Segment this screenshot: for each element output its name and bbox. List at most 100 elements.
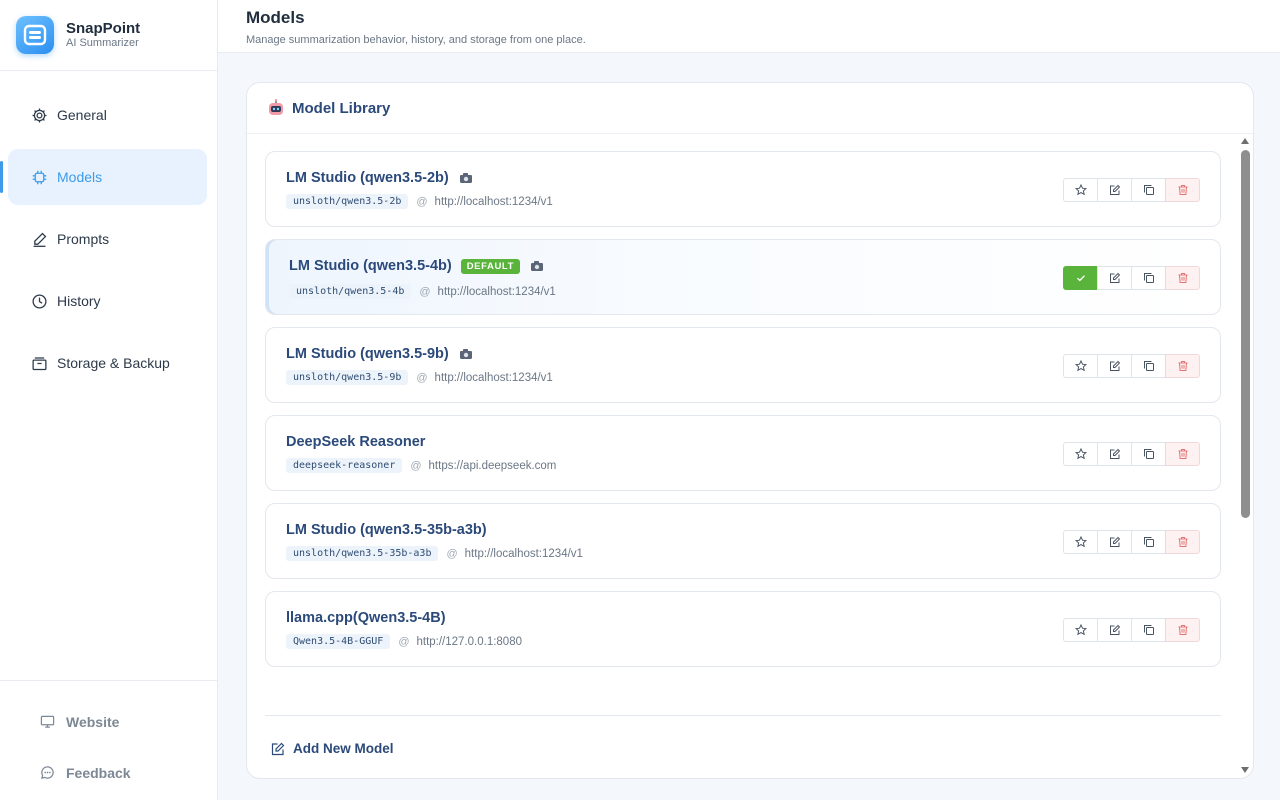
- default-badge: DEFAULT: [460, 258, 521, 274]
- at-separator: @: [410, 459, 422, 472]
- star-icon: [1074, 184, 1087, 196]
- model-card[interactable]: LM Studio (qwen3.5-35b-a3b) unsloth/qwen…: [265, 503, 1221, 579]
- edit-icon: [1109, 536, 1120, 547]
- duplicate-button[interactable]: [1131, 530, 1166, 554]
- sidebar-item-models[interactable]: Models: [0, 149, 207, 205]
- copy-icon: [1143, 449, 1154, 459]
- star-icon: [1074, 624, 1087, 636]
- edit-button[interactable]: [1097, 266, 1132, 290]
- default-selected-button[interactable]: [1063, 266, 1098, 290]
- duplicate-button[interactable]: [1131, 354, 1166, 378]
- pen-icon: [30, 230, 48, 248]
- sidebar-item-storage[interactable]: Storage & Backup: [8, 335, 207, 391]
- edit-icon: [1109, 184, 1120, 195]
- model-actions: [1063, 354, 1200, 378]
- model-card[interactable]: llama.cpp(Qwen3.5-4B) Qwen3.5-4B-GGUF @ …: [265, 591, 1221, 667]
- at-separator: @: [416, 195, 428, 208]
- trash-icon: [1178, 361, 1187, 371]
- model-card[interactable]: DeepSeek Reasoner deepseek-reasoner @ ht…: [265, 415, 1221, 491]
- divider: [265, 715, 1221, 716]
- edit-button[interactable]: [1097, 530, 1132, 554]
- edit-button[interactable]: [1097, 178, 1132, 202]
- set-default-button[interactable]: [1063, 442, 1098, 466]
- chip-icon: [30, 168, 48, 186]
- set-default-button[interactable]: [1063, 178, 1098, 202]
- active-indicator: [0, 161, 3, 193]
- page-subtitle: Manage summarization behavior, history, …: [246, 34, 586, 46]
- edit-button[interactable]: [1097, 354, 1132, 378]
- delete-button[interactable]: [1165, 530, 1200, 554]
- model-id: unsloth/qwen3.5-2b: [286, 194, 409, 209]
- set-default-button[interactable]: [1063, 530, 1098, 554]
- edit-button[interactable]: [1097, 442, 1132, 466]
- model-id: Qwen3.5-4B-GGUF: [286, 634, 391, 649]
- panel-title: Model Library: [292, 99, 391, 117]
- duplicate-button[interactable]: [1131, 442, 1166, 466]
- sidebar-item-history[interactable]: History: [8, 273, 207, 329]
- panel-header: Model Library: [247, 83, 1253, 134]
- delete-button[interactable]: [1165, 266, 1200, 290]
- model-actions: [1063, 442, 1200, 466]
- camera-icon: [459, 348, 473, 360]
- star-icon: [1074, 536, 1087, 548]
- delete-button[interactable]: [1165, 618, 1200, 642]
- website-link[interactable]: Website: [0, 699, 217, 745]
- duplicate-button[interactable]: [1131, 178, 1166, 202]
- model-card[interactable]: LM Studio (qwen3.5-9b) unsloth/qwen3.5-9…: [265, 327, 1221, 403]
- sidebar-item-label: Prompts: [57, 231, 110, 247]
- star-icon: [1074, 448, 1087, 460]
- model-url: https://api.deepseek.com: [428, 459, 557, 472]
- trash-icon: [1178, 185, 1187, 195]
- sidebar-item-label: History: [57, 293, 101, 309]
- check-icon: [1076, 275, 1085, 282]
- edit-button[interactable]: [1097, 618, 1132, 642]
- model-id: unsloth/qwen3.5-9b: [286, 370, 409, 385]
- model-card[interactable]: LM Studio (qwen3.5-2b) unsloth/qwen3.5-2…: [265, 151, 1221, 227]
- edit-icon: [1109, 272, 1120, 283]
- scrollbar-thumb[interactable]: [1241, 150, 1250, 518]
- trash-icon: [1178, 625, 1187, 635]
- copy-icon: [1143, 361, 1154, 371]
- delete-button[interactable]: [1165, 442, 1200, 466]
- model-id: unsloth/qwen3.5-4b: [289, 284, 412, 299]
- trash-icon: [1178, 537, 1187, 547]
- model-url: http://127.0.0.1:8080: [416, 635, 522, 648]
- scroll-down-arrow[interactable]: [1241, 767, 1249, 773]
- model-card-default[interactable]: LM Studio (qwen3.5-4b) DEFAULT unsloth/q…: [265, 239, 1221, 315]
- delete-button[interactable]: [1165, 354, 1200, 378]
- add-new-model-label: Add New Model: [293, 741, 394, 756]
- sidebar-item-prompts[interactable]: Prompts: [8, 211, 207, 267]
- model-id: deepseek-reasoner: [286, 458, 403, 473]
- sidebar-footer: Website Feedback: [0, 680, 217, 800]
- monitor-icon: [40, 714, 56, 730]
- model-list: LM Studio (qwen3.5-2b) unsloth/qwen3.5-2…: [265, 151, 1221, 679]
- edit-icon: [1109, 448, 1120, 459]
- copy-icon: [1143, 273, 1154, 283]
- brand: SnapPoint AI Summarizer: [0, 0, 217, 71]
- sidebar-nav: General Models Prompts History Storage &…: [0, 71, 217, 391]
- copy-icon: [1143, 185, 1154, 195]
- copy-icon: [1143, 537, 1154, 547]
- sidebar-item-label: Models: [57, 169, 103, 185]
- model-actions: [1063, 266, 1200, 290]
- camera-icon: [459, 172, 473, 184]
- delete-button[interactable]: [1165, 178, 1200, 202]
- copy-icon: [1143, 625, 1154, 635]
- duplicate-button[interactable]: [1131, 618, 1166, 642]
- sidebar-item-label: General: [57, 107, 107, 123]
- model-name: LM Studio (qwen3.5-35b-a3b): [286, 522, 487, 538]
- duplicate-button[interactable]: [1131, 266, 1166, 290]
- set-default-button[interactable]: [1063, 618, 1098, 642]
- model-actions: [1063, 178, 1200, 202]
- at-separator: @: [398, 635, 410, 648]
- model-name: DeepSeek Reasoner: [286, 434, 426, 450]
- set-default-button[interactable]: [1063, 354, 1098, 378]
- add-new-model-button[interactable]: Add New Model: [271, 741, 394, 756]
- model-name: LM Studio (qwen3.5-9b): [286, 346, 449, 362]
- page-title: Models: [246, 8, 305, 27]
- scroll-up-arrow[interactable]: [1241, 138, 1249, 144]
- at-separator: @: [419, 285, 431, 298]
- feedback-label: Feedback: [66, 765, 131, 781]
- feedback-link[interactable]: Feedback: [0, 750, 217, 796]
- sidebar-item-general[interactable]: General: [8, 87, 207, 143]
